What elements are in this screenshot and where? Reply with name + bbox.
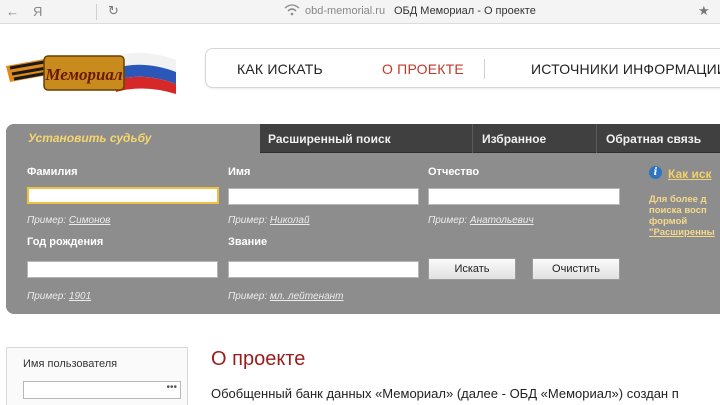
- memorial-logo-icon: Мемориал: [6, 52, 176, 94]
- birth-year-hint: Пример: 1901: [27, 291, 91, 302]
- tab-strip: Расширенный поиск Избранное Обратная свя…: [260, 124, 720, 153]
- search-tabs: Установить судьбу Расширенный поиск Избр…: [6, 124, 720, 153]
- clear-button[interactable]: Очистить: [532, 258, 620, 280]
- info-line: поиска восп: [649, 205, 707, 216]
- patronymic-input[interactable]: [428, 188, 620, 205]
- tab-establish-fate[interactable]: Установить судьбу: [6, 124, 260, 153]
- info-line: формой: [649, 216, 688, 227]
- nav-about-project[interactable]: О ПРОЕКТЕ: [382, 61, 464, 77]
- tab-divider: [472, 124, 473, 153]
- name-hint-example[interactable]: Николай: [270, 215, 310, 226]
- tab-favorites[interactable]: Избранное: [482, 132, 546, 146]
- surname-hint-prefix: Пример:: [27, 215, 69, 226]
- tab-establish-fate-label: Установить судьбу: [28, 131, 152, 145]
- rank-input[interactable]: [228, 261, 419, 278]
- reload-icon[interactable]: ↻: [108, 3, 119, 19]
- yandex-icon[interactable]: Я: [33, 4, 42, 19]
- rank-label: Звание: [228, 236, 268, 248]
- patronymic-hint-example[interactable]: Анатольевич: [470, 215, 534, 226]
- username-input[interactable]: •••: [23, 381, 181, 399]
- how-to-search-link[interactable]: Как иск: [668, 167, 712, 181]
- info-line: Для более д: [649, 194, 707, 205]
- bookmark-star-icon[interactable]: ★: [698, 3, 710, 19]
- birth-year-hint-example[interactable]: 1901: [69, 291, 91, 302]
- password-mask: •••: [166, 382, 177, 393]
- surname-hint: Пример: Симонов: [27, 215, 110, 226]
- username-label: Имя пользователя: [23, 358, 118, 370]
- patronymic-hint-prefix: Пример:: [428, 215, 470, 226]
- rank-hint-example[interactable]: мл. лейтенант: [270, 291, 344, 302]
- info-text: Для более д поиска восп формой "Расширен…: [649, 194, 720, 238]
- birth-year-hint-prefix: Пример:: [27, 291, 69, 302]
- rank-hint: Пример: мл. лейтенант: [228, 291, 344, 302]
- name-hint-prefix: Пример:: [228, 215, 270, 226]
- connection-icon: [284, 4, 300, 19]
- info-icon: i: [649, 166, 662, 179]
- logo-text: Мемориал: [44, 65, 123, 84]
- nav-how-to-search[interactable]: КАК ИСКАТЬ: [237, 61, 323, 77]
- nav-divider: [484, 59, 485, 79]
- memorial-logo[interactable]: Мемориал: [4, 44, 184, 96]
- patronymic-label: Отчество: [428, 166, 480, 178]
- name-label: Имя: [228, 166, 251, 178]
- about-text: Обобщенный банк данных «Мемориал» (далее…: [211, 386, 679, 401]
- name-hint: Пример: Николай: [228, 215, 310, 226]
- surname-label: Фамилия: [27, 166, 78, 178]
- tab-feedback[interactable]: Обратная связь: [606, 132, 701, 146]
- surname-input[interactable]: [27, 187, 219, 204]
- address-domain[interactable]: obd-memorial.ru: [305, 5, 385, 17]
- search-button[interactable]: Искать: [428, 258, 516, 280]
- tab-advanced-search[interactable]: Расширенный поиск: [268, 132, 391, 146]
- browser-bar: ← Я ↻ obd-memorial.ru ОБД Мемориал - О п…: [0, 0, 720, 24]
- name-input[interactable]: [228, 188, 419, 205]
- surname-hint-example[interactable]: Симонов: [69, 215, 110, 226]
- patronymic-hint: Пример: Анатольевич: [428, 215, 534, 226]
- about-title: О проекте: [211, 348, 306, 370]
- rank-hint-prefix: Пример:: [228, 291, 270, 302]
- birth-year-input[interactable]: [27, 261, 218, 278]
- page-title-bar[interactable]: ОБД Мемориал - О проекте: [394, 5, 536, 17]
- nav-sources[interactable]: ИСТОЧНИКИ ИНФОРМАЦИИ: [531, 61, 720, 77]
- login-box: Имя пользователя •••: [6, 347, 188, 405]
- info-line-link[interactable]: "Расширенны: [649, 227, 720, 238]
- browser-divider: [96, 4, 97, 20]
- search-panel: Установить судьбу Расширенный поиск Избр…: [6, 124, 720, 314]
- back-arrow-icon[interactable]: ←: [6, 4, 19, 19]
- top-navigation: КАК ИСКАТЬ О ПРОЕКТЕ ИСТОЧНИКИ ИНФОРМАЦИ…: [205, 48, 720, 88]
- birth-year-label: Год рождения: [27, 236, 104, 248]
- tab-divider: [596, 124, 597, 153]
